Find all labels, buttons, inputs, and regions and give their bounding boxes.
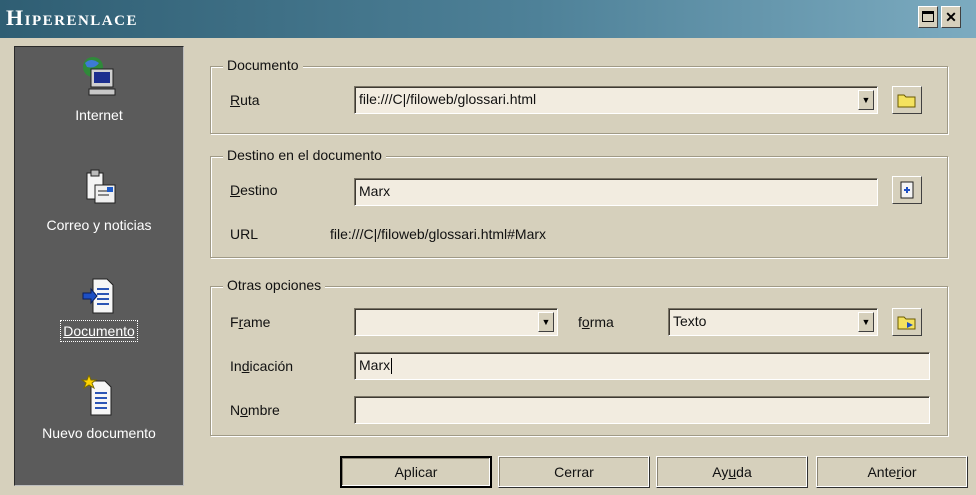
frame-combobox[interactable] (354, 308, 558, 336)
nombre-field[interactable] (354, 396, 930, 424)
folder-icon (897, 94, 916, 108)
forma-value: Texto (673, 313, 707, 329)
close-button[interactable]: ✕ (941, 6, 961, 28)
aplicar-button[interactable]: Aplicar (340, 456, 492, 488)
ayuda-button[interactable]: Ayuda (656, 456, 808, 488)
destino-value: Marx (359, 183, 391, 199)
destino-label: Destino (230, 182, 278, 198)
maximize-icon (922, 11, 934, 22)
destino-field[interactable]: Marx (354, 178, 878, 206)
sidebar-item-nuevo-documento[interactable]: Nuevo documento (15, 375, 183, 441)
mail-news-icon (86, 169, 116, 204)
ruta-label: Ruta (230, 92, 260, 108)
chevron-down-icon: ▼ (861, 95, 871, 105)
title-bar: Hiperenlace ✕ (0, 0, 976, 38)
ruta-value: file:///C|/filoweb/glossari.html (359, 91, 537, 107)
maximize-button[interactable] (918, 6, 938, 28)
target-in-document-button[interactable] (892, 176, 922, 204)
document-icon (82, 278, 114, 314)
otras-legend: Otras opciones (223, 277, 326, 293)
ruta-combobox[interactable]: file:///C|/filoweb/glossari.html (354, 86, 878, 114)
forma-label: forma (578, 314, 614, 330)
cerrar-button[interactable]: Cerrar (498, 456, 650, 488)
frame-dropdown-button[interactable]: ▼ (538, 312, 554, 332)
indicacion-label: Indicación (230, 358, 294, 374)
indicacion-field[interactable]: Marx (354, 352, 930, 380)
sidebar-item-label: Nuevo documento (42, 425, 156, 441)
text-caret (391, 358, 393, 375)
anterior-button[interactable]: Anterior (816, 456, 968, 488)
hyperlink-type-sidebar: Internet Correo y noticias Documento Nue… (14, 46, 184, 486)
chevron-down-icon: ▼ (861, 317, 871, 327)
indicacion-value: Marx (359, 357, 391, 373)
sidebar-item-correo[interactable]: Correo y noticias (15, 169, 183, 233)
open-file-button[interactable] (892, 86, 922, 114)
new-document-icon (81, 375, 112, 416)
forma-dropdown-button[interactable]: ▼ (858, 312, 874, 332)
target-document-icon (900, 181, 914, 199)
sidebar-item-label: Documento (60, 320, 138, 342)
sidebar-item-label: Internet (75, 107, 123, 123)
nombre-label: Nombre (230, 402, 280, 418)
sidebar-item-label: Correo y noticias (46, 217, 152, 233)
folder-macro-icon (897, 316, 916, 330)
url-value: file:///C|/filoweb/glossari.html#Marx (330, 226, 547, 242)
frame-label: Frame (230, 314, 271, 330)
internet-globe-icon (83, 57, 116, 96)
sidebar-item-documento[interactable]: Documento (15, 277, 183, 342)
sidebar-item-internet[interactable]: Internet (15, 55, 183, 123)
chevron-down-icon: ▼ (541, 317, 551, 327)
forma-combobox[interactable]: Texto (668, 308, 878, 336)
close-icon: ✕ (945, 9, 957, 25)
events-button[interactable] (892, 308, 922, 336)
url-label: URL (230, 226, 259, 242)
documento-legend: Documento (223, 57, 303, 73)
window-title: Hiperenlace (6, 5, 138, 30)
destino-legend: Destino en el documento (223, 147, 386, 163)
destino-group: Destino en el documento (210, 147, 948, 258)
ruta-dropdown-button[interactable]: ▼ (858, 90, 874, 110)
